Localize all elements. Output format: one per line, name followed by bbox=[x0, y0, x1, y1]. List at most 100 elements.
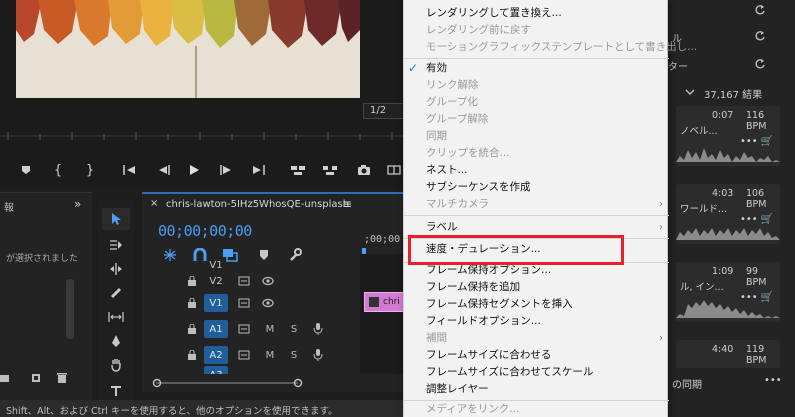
lock-icon[interactable] bbox=[184, 320, 200, 338]
microphone-icon[interactable] bbox=[310, 346, 326, 364]
result-count: 37,167 結果 bbox=[704, 90, 763, 101]
marker-icon[interactable] bbox=[18, 156, 34, 184]
track-label[interactable]: A1 bbox=[204, 320, 228, 338]
submenu-arrow-icon: › bbox=[659, 333, 663, 344]
music-card[interactable]: 4:40 119 BPM bbox=[676, 340, 780, 368]
menu-item-adjustment-layer[interactable]: 調整レイヤー bbox=[404, 381, 669, 398]
clip-context-menu: レンダリングして置き換え... レンダリング前に戻す モーショングラフィックステ… bbox=[403, 0, 697, 417]
lock-icon[interactable] bbox=[184, 294, 200, 312]
lift-icon[interactable] bbox=[288, 156, 308, 184]
menu-item-render-replace[interactable]: レンダリングして置き換え... bbox=[404, 5, 669, 22]
reset-icon[interactable] bbox=[754, 30, 766, 45]
track-genre: ワールド... bbox=[680, 204, 728, 215]
highlight-annotation bbox=[408, 235, 624, 265]
playhead-timecode[interactable]: 00;00;00;00 bbox=[158, 222, 252, 240]
reset-icon[interactable] bbox=[754, 58, 766, 73]
resolution-select[interactable]: 1/2 bbox=[363, 103, 405, 119]
microphone-icon[interactable] bbox=[310, 320, 326, 338]
menu-item-synchronize: 同期 bbox=[426, 130, 447, 142]
export-frame-icon[interactable] bbox=[354, 156, 374, 184]
close-icon[interactable]: × bbox=[150, 198, 158, 209]
panel-expand-icon[interactable]: » bbox=[74, 197, 81, 211]
go-to-out-icon[interactable] bbox=[248, 156, 268, 184]
track-bpm: 116 BPM bbox=[746, 110, 767, 132]
timeline-zoom-scrollbar[interactable] bbox=[152, 378, 402, 388]
lock-icon[interactable] bbox=[184, 346, 200, 364]
step-forward-icon[interactable] bbox=[216, 156, 236, 184]
lock-icon[interactable] bbox=[184, 272, 200, 290]
track-row-a2: A2 M S bbox=[142, 342, 360, 368]
panel-header-fragment: 報 bbox=[4, 203, 14, 214]
menu-item-set-to-frame-size[interactable]: フレームサイズに合わせる bbox=[404, 347, 669, 364]
track-genre: ル, イン... bbox=[680, 282, 724, 293]
razor-tool-icon[interactable] bbox=[102, 282, 130, 304]
pen-tool-icon[interactable] bbox=[102, 330, 130, 352]
slip-tool-icon[interactable] bbox=[102, 306, 130, 328]
sync-label: の同期 bbox=[672, 380, 702, 391]
go-to-in-icon[interactable] bbox=[120, 156, 140, 184]
sequence-name: chris-lawton-5IHz5WhosQE-unsplash bbox=[166, 199, 350, 210]
track-bpm: 99 BPM bbox=[746, 266, 767, 288]
music-card[interactable]: 4:03 106 BPM ワールド... ••• 🛒 bbox=[676, 184, 780, 244]
sync-lock-icon[interactable] bbox=[236, 294, 252, 312]
track-label[interactable]: A3 bbox=[204, 366, 228, 374]
track-duration: 0:07 bbox=[712, 110, 734, 121]
solo-button[interactable]: S bbox=[286, 320, 302, 338]
monitor-timeline-ruler[interactable] bbox=[0, 122, 405, 146]
mute-button[interactable]: M bbox=[262, 346, 278, 364]
extract-icon[interactable] bbox=[320, 156, 340, 184]
waveform bbox=[676, 228, 780, 240]
music-card[interactable]: 0:07 116 BPM ノベル... ••• 🛒 bbox=[676, 106, 780, 166]
menu-item-add-frame-hold[interactable]: フレーム保持を追加 bbox=[404, 279, 669, 296]
step-back-icon[interactable] bbox=[154, 156, 174, 184]
track-label[interactable]: V2 bbox=[204, 272, 228, 290]
more-options-icon[interactable]: ••• bbox=[764, 375, 782, 386]
menu-item-scale-to-frame-size[interactable]: フレームサイズに合わせてスケール bbox=[404, 364, 669, 381]
ruler-time-label: ;00;00 bbox=[364, 234, 401, 245]
ripple-edit-tool-icon[interactable] bbox=[102, 258, 130, 280]
panel-menu-icon[interactable]: ≡ bbox=[342, 197, 352, 211]
tools-panel bbox=[98, 200, 134, 400]
menu-item-insert-frame-hold-segment[interactable]: フレーム保持セグメントを挿入 bbox=[404, 296, 669, 313]
mark-out-icon[interactable]: } bbox=[82, 156, 98, 184]
folder-icon[interactable] bbox=[0, 373, 10, 383]
hand-tool-icon[interactable] bbox=[102, 354, 130, 376]
track-select-tool-icon[interactable] bbox=[102, 234, 130, 256]
track-label[interactable]: V1 bbox=[204, 294, 228, 312]
music-card[interactable]: 1:09 99 BPM ル, イン... ••• 🛒 bbox=[676, 262, 780, 322]
menu-separator bbox=[404, 58, 669, 59]
panel-scrollbar[interactable] bbox=[66, 279, 74, 339]
track-duration: 4:40 bbox=[712, 344, 734, 355]
menu-separator bbox=[404, 215, 669, 216]
sync-lock-icon[interactable] bbox=[236, 346, 252, 364]
menu-item-field-options[interactable]: フィールドオプション... bbox=[404, 313, 669, 330]
menu-item-enable[interactable]: ✓ 有効 bbox=[404, 60, 669, 77]
menu-item-ungroup: グループ解除 bbox=[426, 113, 489, 125]
track-label[interactable]: A2 bbox=[204, 346, 228, 364]
checkmark-icon: ✓ bbox=[408, 61, 419, 75]
reset-icon[interactable] bbox=[754, 4, 766, 19]
mark-in-icon[interactable]: { bbox=[50, 156, 66, 184]
panel-footer: の同期 ••• bbox=[668, 372, 795, 392]
sync-lock-icon[interactable] bbox=[236, 320, 252, 338]
selection-tool-icon[interactable] bbox=[102, 208, 130, 230]
solo-button[interactable]: S bbox=[286, 346, 302, 364]
mute-button[interactable]: M bbox=[262, 320, 278, 338]
track-bpm: 119 BPM bbox=[746, 344, 767, 366]
menu-item-make-subsequence[interactable]: サブシーケンスを作成 bbox=[404, 179, 669, 196]
play-icon[interactable] bbox=[184, 156, 204, 184]
menu-item-label[interactable]: ラベル › bbox=[404, 219, 669, 236]
tracks-area[interactable] bbox=[360, 254, 405, 374]
eye-icon[interactable] bbox=[260, 294, 276, 312]
new-item-icon[interactable] bbox=[30, 373, 42, 383]
sequence-tab[interactable]: × chris-lawton-5IHz5WhosQE-unsplash ≡ bbox=[142, 194, 405, 216]
left-info-panel: 報 » が選択されました bbox=[0, 192, 92, 400]
trash-icon[interactable] bbox=[56, 373, 68, 383]
type-tool-icon[interactable] bbox=[102, 380, 130, 402]
menu-item-nest[interactable]: ネスト... bbox=[404, 162, 669, 179]
sync-lock-icon[interactable] bbox=[236, 272, 252, 290]
video-clip[interactable]: chri bbox=[364, 292, 405, 312]
dropdown-chevron-icon[interactable] bbox=[684, 86, 696, 98]
eye-icon[interactable] bbox=[260, 272, 276, 290]
comparison-view-icon[interactable] bbox=[384, 156, 404, 184]
